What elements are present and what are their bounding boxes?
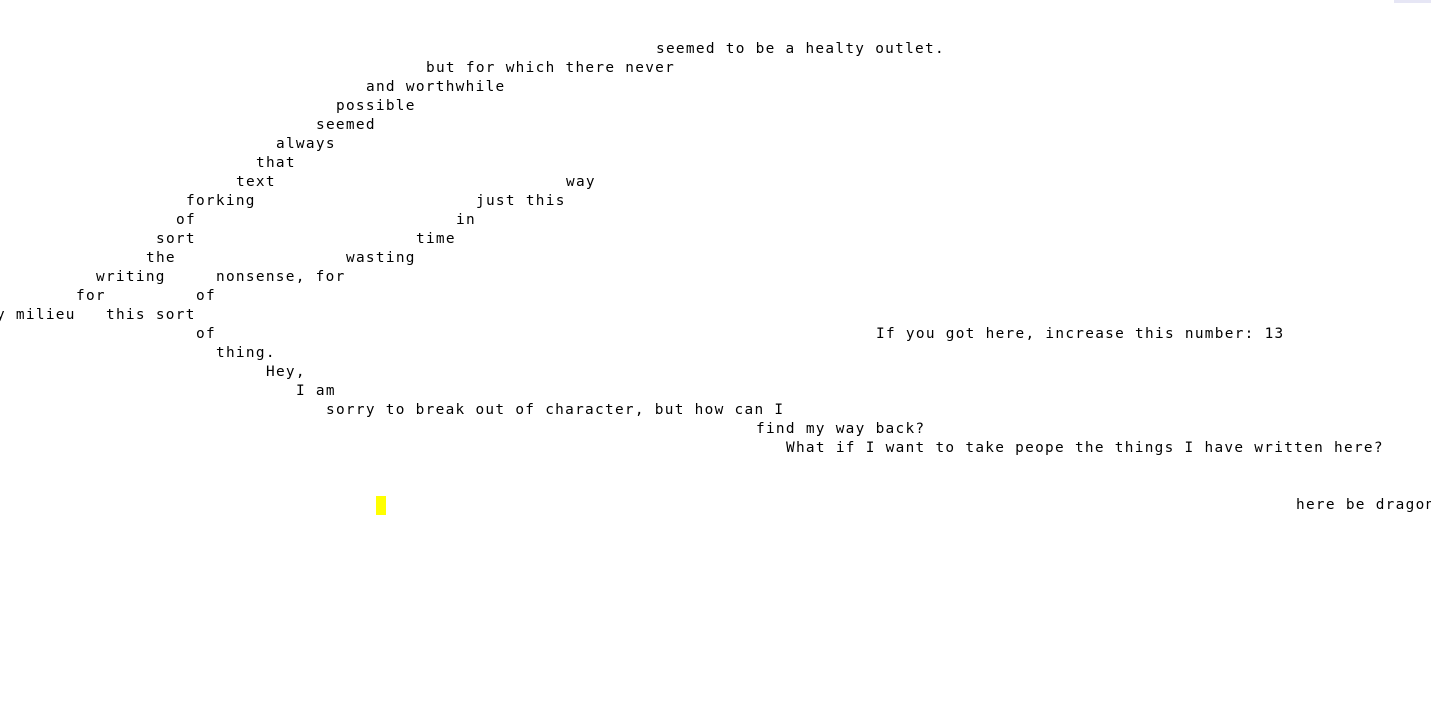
text-line: the [146,250,176,266]
text-line: this sort [106,307,196,323]
text-line: of [196,288,216,304]
text-line: nonsense, for [216,269,346,285]
text-line: here be dragons [1296,497,1431,513]
text-cursor-block-icon [376,496,386,515]
text-line: What if I want to take peope the things … [786,440,1384,456]
text-line: seemed [316,117,376,133]
text-line: wasting [346,250,416,266]
text-line: of [176,212,196,228]
text-line: but for which there never [426,60,676,76]
text-canvas[interactable]: seemed to be a healty outlet. but for wh… [0,0,1431,721]
text-line: time [416,231,456,247]
text-line: sorry to break out of character, but how… [326,402,785,418]
text-line: way [566,174,596,190]
text-line: of [196,326,216,342]
text-line: thing. [216,345,276,361]
text-line: in [456,212,476,228]
text-line: writing [96,269,166,285]
corner-tab [1394,0,1431,3]
text-line: find my way back? [756,421,926,437]
text-line: and worthwhile [366,79,506,95]
text-line: possible [336,98,416,114]
text-line: sort [156,231,196,247]
text-line: for [76,288,106,304]
text-line: forking [186,193,256,209]
text-line: I am [296,383,336,399]
text-line: always [276,136,336,152]
text-line: y milieu [0,307,76,323]
text-line: text [236,174,276,190]
text-line: that [256,155,296,171]
text-line: seemed to be a healty outlet. [656,41,945,57]
text-line: If you got here, increase this number: 1… [876,326,1285,342]
text-line: Hey, [266,364,306,380]
text-line: just this [476,193,566,209]
